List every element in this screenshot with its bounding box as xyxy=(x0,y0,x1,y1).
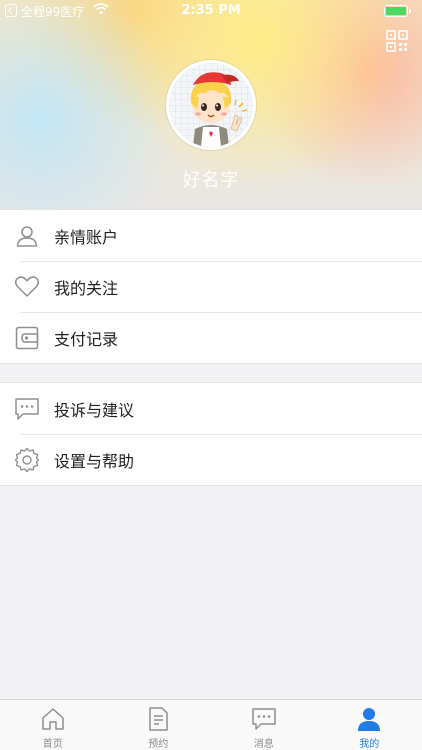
status-bar: 全程99医疗 2:35 PM xyxy=(0,0,422,22)
heart-icon xyxy=(14,274,40,300)
menu-item-my-follows[interactable]: 我的关注 xyxy=(0,261,422,312)
message-icon xyxy=(252,708,276,730)
tab-messages[interactable]: 消息 xyxy=(211,700,317,750)
battery-icon xyxy=(384,5,411,17)
menu-label: 设置与帮助 xyxy=(54,451,135,471)
chat-bubble-icon xyxy=(14,396,40,422)
tab-mine[interactable]: 我的 xyxy=(317,700,422,750)
menu-item-family-account[interactable]: 亲情账户 xyxy=(0,210,422,261)
gear-icon xyxy=(14,447,40,473)
document-icon xyxy=(149,707,168,731)
menu-item-settings-help[interactable]: 设置与帮助 xyxy=(0,434,422,485)
person-icon xyxy=(14,223,40,249)
tab-bar: 首页 预约 消息 我的 xyxy=(0,699,422,750)
menu-group-support: 投诉与建议 设置与帮助 xyxy=(0,382,422,486)
tab-label: 我的 xyxy=(359,739,380,750)
tab-home[interactable]: 首页 xyxy=(0,700,106,750)
wallet-icon xyxy=(14,325,40,351)
menu-label: 支付记录 xyxy=(54,329,119,349)
menu-label: 投诉与建议 xyxy=(54,400,135,420)
home-icon xyxy=(42,708,64,730)
status-time: 2:35 PM xyxy=(181,3,241,18)
menu-item-payment-records[interactable]: 支付记录 xyxy=(0,312,422,363)
tab-label: 消息 xyxy=(253,739,274,750)
menu-item-feedback[interactable]: 投诉与建议 xyxy=(0,383,422,434)
profile-header: 全程99医疗 2:35 PM 好名字 xyxy=(0,0,422,210)
avatar[interactable] xyxy=(166,60,256,150)
tab-label: 预约 xyxy=(148,739,169,750)
menu-label: 亲情账户 xyxy=(54,227,119,247)
tab-label: 首页 xyxy=(42,739,63,750)
tab-appointment[interactable]: 预约 xyxy=(106,700,212,750)
person-icon xyxy=(358,708,381,731)
menu-group-account: 亲情账户 我的关注 支付记录 xyxy=(0,209,422,364)
menu-label: 我的关注 xyxy=(54,278,119,298)
username: 好名字 xyxy=(182,170,240,191)
qr-code-icon[interactable] xyxy=(386,30,408,52)
